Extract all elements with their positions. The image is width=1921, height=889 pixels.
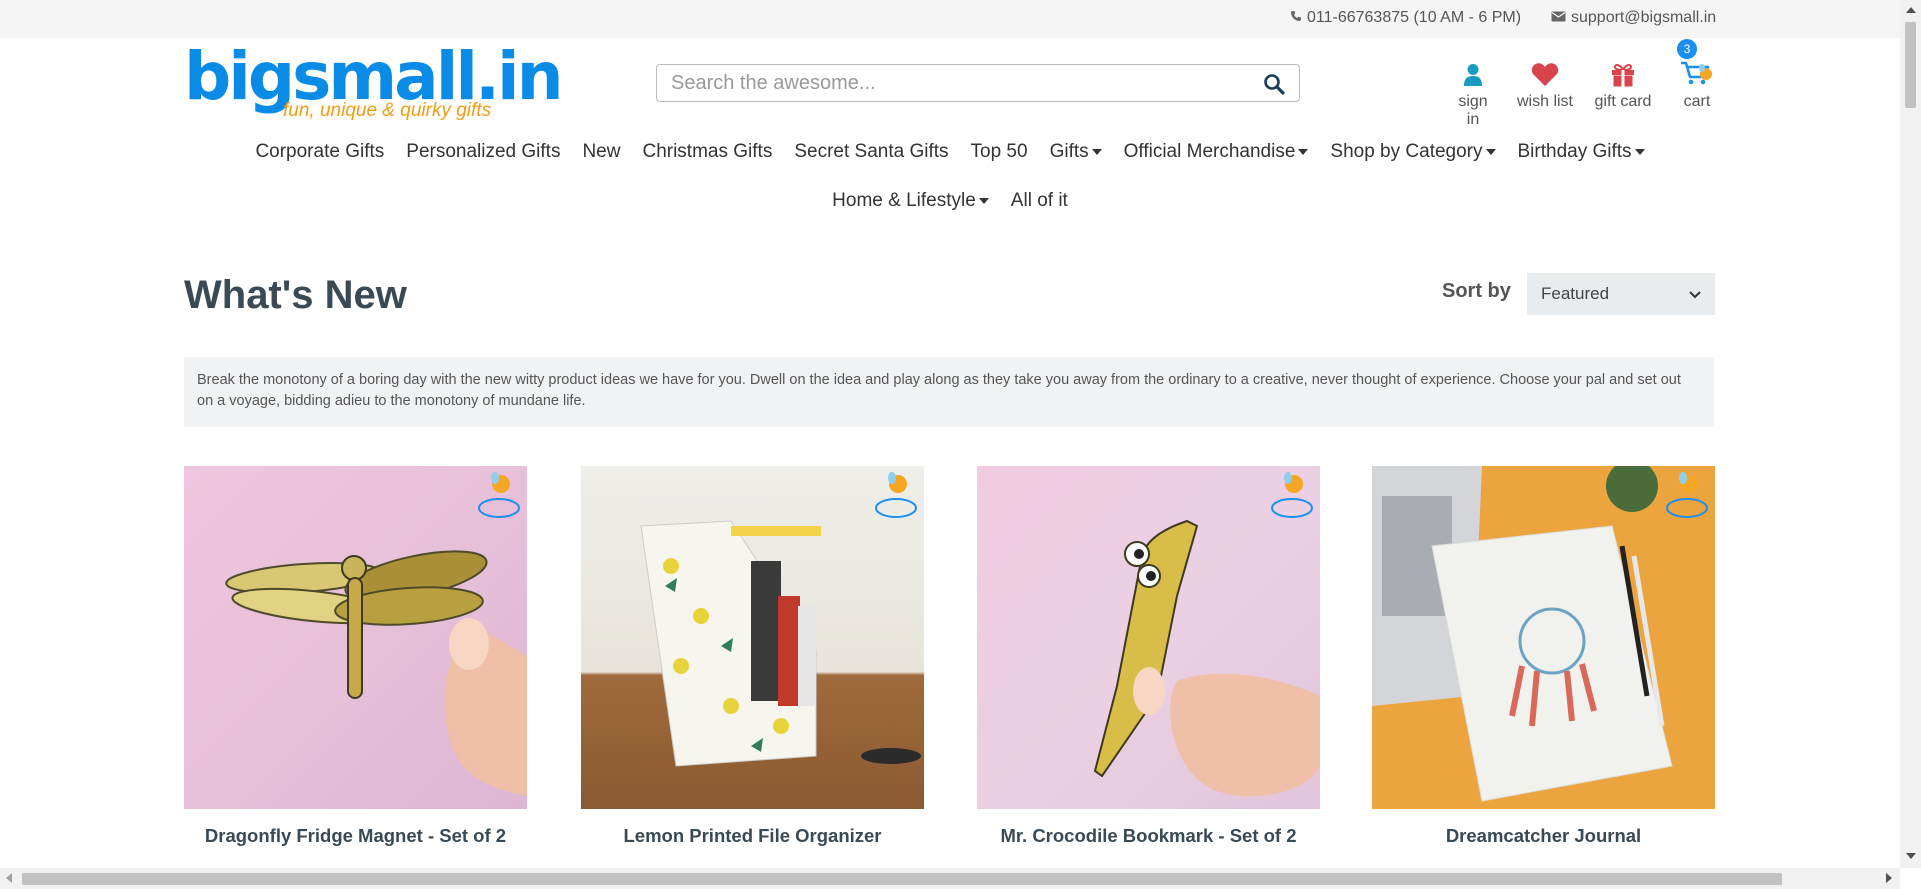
- caret-down-icon: [1634, 148, 1645, 155]
- sort-selected-value: Featured: [1541, 284, 1610, 303]
- gift-card-link[interactable]: gift card: [1593, 55, 1653, 111]
- horizontal-scrollbar[interactable]: [0, 868, 1900, 889]
- top-bar: 011-66763875 (10 AM - 6 PM) support@bigs…: [0, 0, 1900, 38]
- caret-down-icon: [1298, 148, 1309, 155]
- nav-birthday-gifts-label: Birthday Gifts: [1517, 141, 1632, 162]
- phone-icon: [1290, 9, 1302, 27]
- chevron-down-icon: [1689, 284, 1701, 304]
- nav-gifts-label: Gifts: [1049, 141, 1089, 162]
- nav-personalized-gifts[interactable]: Personalized Gifts: [406, 141, 560, 163]
- sign-in-link[interactable]: sign in: [1450, 55, 1496, 129]
- gift-icon: [1593, 55, 1653, 87]
- caret-down-icon: [1091, 148, 1102, 155]
- scroll-up-arrow-icon[interactable]: [1906, 7, 1916, 13]
- bigsmall-watermark-icon: [874, 470, 920, 520]
- category-description: Break the monotony of a boring day with …: [184, 357, 1714, 427]
- nav-shop-by-category-label: Shop by Category: [1330, 141, 1483, 162]
- vertical-scroll-thumb[interactable]: [1905, 22, 1916, 108]
- phone-contact[interactable]: 011-66763875 (10 AM - 6 PM): [1290, 9, 1521, 27]
- nav-christmas-gifts[interactable]: Christmas Gifts: [642, 141, 772, 163]
- gift-card-label: gift card: [1594, 93, 1652, 110]
- bigsmall-watermark-icon: [1270, 470, 1316, 520]
- product-card[interactable]: Lemon Printed File Organizer: [581, 466, 924, 847]
- nav-top-50[interactable]: Top 50: [971, 141, 1028, 163]
- caret-down-icon: [1485, 148, 1496, 155]
- product-card[interactable]: Dragonfly Fridge Magnet - Set of 2: [184, 466, 527, 847]
- scroll-left-arrow-icon[interactable]: [6, 873, 12, 883]
- product-title[interactable]: Dreamcatcher Journal: [1372, 825, 1715, 847]
- sort-select[interactable]: Featured: [1527, 273, 1715, 315]
- nav-home-lifestyle-label: Home & Lifestyle: [832, 190, 976, 211]
- vertical-scrollbar[interactable]: [1900, 0, 1921, 868]
- email-contact[interactable]: support@bigsmall.in: [1551, 9, 1716, 27]
- site-logo[interactable]: bigsmall.in fun, unique & quirky gifts: [184, 44, 564, 124]
- nav-all-of-it[interactable]: All of it: [1011, 190, 1068, 212]
- nav-official-merchandise-dropdown[interactable]: Official Merchandise: [1124, 141, 1309, 163]
- cart-link[interactable]: cart: [1672, 55, 1722, 111]
- search-box: [656, 64, 1300, 102]
- product-card[interactable]: Dreamcatcher Journal: [1372, 466, 1715, 847]
- scroll-down-arrow-icon[interactable]: [1906, 853, 1916, 859]
- bigsmall-watermark-icon: [1665, 470, 1711, 520]
- wish-list-link[interactable]: wish list: [1515, 55, 1575, 111]
- cart-count-badge: 3: [1677, 39, 1697, 59]
- product-title[interactable]: Mr. Crocodile Bookmark - Set of 2: [977, 825, 1320, 847]
- main-nav-row-1: Corporate Gifts Personalized Gifts New C…: [0, 141, 1900, 163]
- product-image-dreamcatcher-journal[interactable]: [1372, 466, 1715, 809]
- product-title[interactable]: Dragonfly Fridge Magnet - Set of 2: [184, 825, 527, 847]
- wish-list-label: wish list: [1516, 93, 1573, 110]
- page-title: What's New: [184, 273, 407, 317]
- search-icon[interactable]: [1263, 73, 1285, 100]
- envelope-icon: [1551, 9, 1566, 27]
- bigsmall-watermark-icon: [477, 470, 523, 520]
- cart-label: cart: [1683, 93, 1711, 110]
- heart-icon: [1515, 55, 1575, 87]
- phone-number: 011-66763875 (10 AM - 6 PM): [1307, 9, 1522, 26]
- product-card[interactable]: Mr. Crocodile Bookmark - Set of 2: [977, 466, 1320, 847]
- logo-tagline: fun, unique & quirky gifts: [283, 100, 492, 121]
- nav-secret-santa-gifts[interactable]: Secret Santa Gifts: [794, 141, 948, 163]
- nav-shop-by-category-dropdown[interactable]: Shop by Category: [1330, 141, 1496, 163]
- email-address: support@bigsmall.in: [1571, 9, 1717, 26]
- product-image-crocodile-bookmark[interactable]: [977, 466, 1320, 809]
- nav-official-merchandise-label: Official Merchandise: [1123, 141, 1296, 162]
- nav-new[interactable]: New: [582, 141, 620, 163]
- caret-down-icon: [978, 197, 989, 204]
- product-image-file-organizer[interactable]: [581, 466, 924, 809]
- nav-birthday-gifts-dropdown[interactable]: Birthday Gifts: [1518, 141, 1645, 163]
- main-nav-row-2: Home & Lifestyle All of it: [0, 190, 1900, 212]
- cart-icon: [1672, 55, 1722, 87]
- nav-home-lifestyle-dropdown[interactable]: Home & Lifestyle: [832, 190, 989, 212]
- horizontal-scroll-thumb[interactable]: [22, 873, 1782, 885]
- product-image-dragonfly[interactable]: [184, 466, 527, 809]
- nav-gifts-dropdown[interactable]: Gifts: [1050, 141, 1102, 163]
- sort-label: Sort by: [1442, 280, 1511, 302]
- nav-corporate-gifts[interactable]: Corporate Gifts: [255, 141, 384, 163]
- user-icon: [1450, 55, 1496, 87]
- scroll-right-arrow-icon[interactable]: [1886, 873, 1892, 883]
- product-title[interactable]: Lemon Printed File Organizer: [581, 825, 924, 847]
- search-input[interactable]: [657, 65, 1265, 101]
- sign-in-label: sign in: [1458, 93, 1488, 128]
